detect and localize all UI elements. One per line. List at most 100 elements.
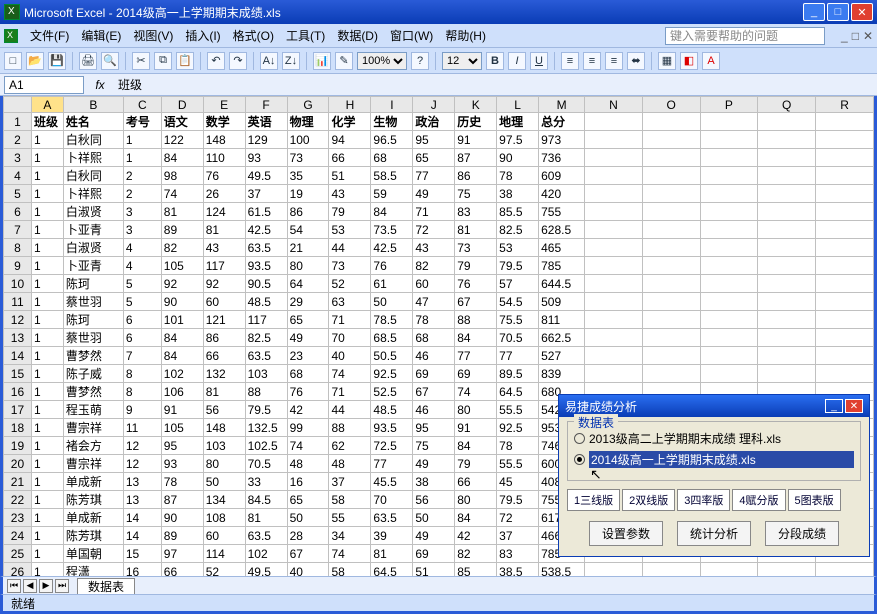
cell[interactable] xyxy=(585,347,643,365)
cell[interactable]: 100 xyxy=(287,131,329,149)
cell[interactable] xyxy=(585,167,643,185)
cell[interactable]: 66 xyxy=(203,347,245,365)
menu-edit[interactable]: 编辑(E) xyxy=(81,27,121,44)
cell[interactable]: 65 xyxy=(287,491,329,509)
cell[interactable]: 5 xyxy=(123,275,161,293)
cell[interactable]: 43 xyxy=(329,185,371,203)
cell[interactable]: 48 xyxy=(329,455,371,473)
cell[interactable]: 42.5 xyxy=(371,239,413,257)
cell[interactable]: 38 xyxy=(413,473,455,491)
cell[interactable]: 91 xyxy=(455,131,497,149)
cell[interactable] xyxy=(585,293,643,311)
cell[interactable]: 72 xyxy=(413,221,455,239)
dialog-tab-2[interactable]: 2双线版 xyxy=(622,489,675,511)
cell[interactable] xyxy=(816,257,874,275)
dialog-tab-3[interactable]: 3四率版 xyxy=(677,489,730,511)
save-icon[interactable]: 💾 xyxy=(48,52,66,70)
cell[interactable] xyxy=(700,563,758,577)
cell[interactable]: 19 xyxy=(287,185,329,203)
cell[interactable]: 99 xyxy=(287,419,329,437)
cell[interactable]: 72 xyxy=(497,509,539,527)
cell[interactable]: 58.5 xyxy=(371,167,413,185)
row-header[interactable]: 1 xyxy=(4,113,32,131)
cell[interactable] xyxy=(585,257,643,275)
cell[interactable]: 56 xyxy=(203,401,245,419)
cell[interactable]: 78 xyxy=(497,167,539,185)
cell[interactable]: 103 xyxy=(203,437,245,455)
menu-window[interactable]: 窗口(W) xyxy=(390,27,433,44)
cell[interactable]: 78.5 xyxy=(371,311,413,329)
cell[interactable]: 64 xyxy=(287,275,329,293)
column-header-F[interactable]: F xyxy=(245,97,287,113)
cell[interactable]: 38.5 xyxy=(497,563,539,577)
cell[interactable]: 8 xyxy=(123,383,161,401)
cell[interactable] xyxy=(700,149,758,167)
cell[interactable]: 63.5 xyxy=(245,527,287,545)
cell[interactable] xyxy=(758,221,816,239)
row-header[interactable]: 25 xyxy=(4,545,32,563)
cell[interactable]: 84 xyxy=(455,329,497,347)
cell[interactable]: 69 xyxy=(413,365,455,383)
cell[interactable]: 政治 xyxy=(413,113,455,131)
cell[interactable]: 69 xyxy=(455,365,497,383)
cell[interactable]: 76 xyxy=(455,275,497,293)
cell[interactable]: 37 xyxy=(497,527,539,545)
cell[interactable]: 1 xyxy=(31,257,63,275)
cell[interactable] xyxy=(758,563,816,577)
cell[interactable]: 79.5 xyxy=(497,491,539,509)
cell[interactable]: 81 xyxy=(161,203,203,221)
column-header-M[interactable]: M xyxy=(539,97,585,113)
cell[interactable]: 98 xyxy=(161,167,203,185)
cell[interactable]: 42 xyxy=(455,527,497,545)
cell[interactable]: 68.5 xyxy=(371,329,413,347)
cell[interactable]: 117 xyxy=(203,257,245,275)
column-header-C[interactable]: C xyxy=(123,97,161,113)
cell[interactable]: 考号 xyxy=(123,113,161,131)
cell[interactable] xyxy=(642,329,700,347)
cell[interactable] xyxy=(642,293,700,311)
drawing-icon[interactable]: ✎ xyxy=(335,52,353,70)
cell[interactable]: 45.5 xyxy=(371,473,413,491)
cell[interactable]: 程玉萌 xyxy=(63,401,123,419)
row-header[interactable]: 7 xyxy=(4,221,32,239)
cell[interactable]: 86 xyxy=(203,329,245,347)
column-header-Q[interactable]: Q xyxy=(758,97,816,113)
cell[interactable]: 79 xyxy=(329,203,371,221)
cell[interactable]: 117 xyxy=(245,311,287,329)
row-header[interactable]: 8 xyxy=(4,239,32,257)
cell[interactable]: 16 xyxy=(123,563,161,577)
cell[interactable]: 81 xyxy=(203,383,245,401)
cell[interactable] xyxy=(700,203,758,221)
cell[interactable]: 63.5 xyxy=(245,347,287,365)
dialog-minimize-button[interactable]: _ xyxy=(825,399,843,413)
cell[interactable]: 9 xyxy=(123,401,161,419)
cell[interactable]: 卜亚青 xyxy=(63,221,123,239)
menu-view[interactable]: 视图(V) xyxy=(133,27,173,44)
cell[interactable]: 1 xyxy=(31,275,63,293)
preview-icon[interactable]: 🔍 xyxy=(101,52,119,70)
column-header-L[interactable]: L xyxy=(497,97,539,113)
cell[interactable]: 11 xyxy=(123,419,161,437)
cell[interactable]: 37 xyxy=(329,473,371,491)
name-box[interactable]: A1 xyxy=(4,76,84,94)
cell[interactable]: 白淑贤 xyxy=(63,203,123,221)
cell[interactable]: 90 xyxy=(497,149,539,167)
cell[interactable] xyxy=(642,185,700,203)
cell[interactable]: 84 xyxy=(161,149,203,167)
borders-icon[interactable]: ▦ xyxy=(658,52,676,70)
cell[interactable]: 71 xyxy=(413,203,455,221)
cell[interactable]: 71 xyxy=(329,311,371,329)
cell[interactable]: 1 xyxy=(31,401,63,419)
cell[interactable]: 52.5 xyxy=(371,383,413,401)
cell[interactable]: 61 xyxy=(371,275,413,293)
data-option-1[interactable]: 2013级高二上学期期末成绩 理科.xls xyxy=(574,428,854,449)
cell[interactable]: 95 xyxy=(413,419,455,437)
cell[interactable]: 68 xyxy=(371,149,413,167)
cell[interactable]: 1 xyxy=(31,545,63,563)
cell[interactable]: 84 xyxy=(455,509,497,527)
cell[interactable]: 66 xyxy=(161,563,203,577)
cell[interactable]: 16 xyxy=(287,473,329,491)
row-header[interactable]: 10 xyxy=(4,275,32,293)
cell[interactable]: 44 xyxy=(329,401,371,419)
column-header-B[interactable]: B xyxy=(63,97,123,113)
